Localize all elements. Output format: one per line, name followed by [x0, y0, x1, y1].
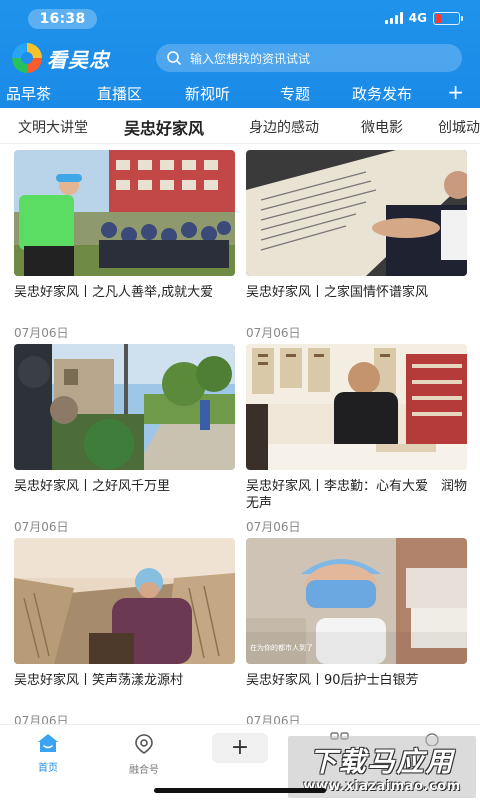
article-title: 吴忠好家风丨笑声荡漾龙源村: [14, 673, 184, 688]
channel-tab[interactable]: 直播区: [97, 83, 142, 104]
app-logo[interactable]: 看吴忠: [12, 43, 110, 73]
article-date: 07月06日: [14, 520, 69, 534]
search-icon: [167, 51, 181, 65]
article-card[interactable]: 在为你的都市人到了 吴忠好家风丨90后护士白银芳 07月06日: [246, 538, 467, 729]
battery-icon: [433, 11, 463, 25]
article-grid: 吴忠好家风丨之凡人善举,成就大爱 07月06日 吴忠好家风丨之家国情怀谱家风 0…: [0, 144, 480, 728]
subtab-active[interactable]: 吴忠好家风: [124, 115, 204, 139]
top-bar: 看吴忠 输入您想找的资讯试试: [0, 40, 480, 74]
article-title: 吴忠好家风丨之好风千万里: [14, 479, 171, 494]
article-title: 吴忠好家风丨之凡人善举,成就大爱: [14, 285, 214, 300]
nav-merge[interactable]: 融合号: [114, 733, 174, 776]
app-name: 看吴忠: [47, 47, 110, 72]
home-icon: [38, 734, 58, 752]
app-header: 16:38 4G 看吴忠 输入您想找的资讯试试 品早茶 直播区 新视听 专题 政…: [0, 0, 480, 108]
article-date: 07月06日: [246, 520, 301, 534]
subtab[interactable]: 微电影: [361, 117, 403, 137]
sub-tab-bar: 文明大讲堂 吴忠好家风 身边的感动 微电影 创城动: [0, 108, 480, 144]
add-channel-icon[interactable]: +: [447, 82, 464, 102]
article-date: 07月06日: [14, 326, 69, 340]
article-title: 吴忠好家风丨李忠勤：心有大爱 润物无声: [246, 479, 467, 511]
status-bar: 16:38 4G: [0, 0, 480, 38]
channel-tab[interactable]: 新视听: [185, 83, 230, 104]
search-input[interactable]: 输入您想找的资讯试试: [156, 44, 462, 72]
article-thumbnail: [246, 344, 467, 470]
article-thumbnail: [246, 150, 467, 276]
channel-bar: 品早茶 直播区 新视听 专题 政务发布 +: [0, 80, 480, 108]
article-date: 07月06日: [246, 326, 301, 340]
article-thumbnail: [14, 538, 235, 664]
article-card[interactable]: 吴忠好家风丨之家国情怀谱家风 07月06日: [246, 150, 467, 341]
article-card[interactable]: 吴忠好家风丨之凡人善举,成就大爱 07月06日: [14, 150, 235, 341]
signal-icon: [384, 12, 403, 24]
channel-tab[interactable]: 专题: [280, 83, 310, 104]
article-title: 吴忠好家风丨90后护士白银芳: [246, 673, 419, 688]
channel-tab[interactable]: 品早茶: [6, 83, 51, 104]
nav-label: 首页: [38, 763, 58, 774]
network-type: 4G: [408, 11, 427, 25]
article-thumbnail: [14, 344, 235, 470]
publish-button[interactable]: +: [212, 733, 268, 763]
subtab[interactable]: 创城动: [438, 117, 480, 137]
subtab[interactable]: 文明大讲堂: [18, 117, 88, 137]
nav-home[interactable]: 首页: [18, 733, 78, 774]
subtab[interactable]: 身边的感动: [249, 117, 319, 137]
article-title: 吴忠好家风丨之家国情怀谱家风: [246, 285, 429, 300]
article-card[interactable]: 吴忠好家风丨笑声荡漾龙源村 07月06日: [14, 538, 235, 729]
thumbnail-caption: 在为你的都市人到了: [250, 643, 313, 652]
search-placeholder: 输入您想找的资讯试试: [190, 51, 311, 66]
channel-tab[interactable]: 政务发布: [352, 83, 412, 104]
logo-icon: [12, 43, 42, 73]
home-indicator[interactable]: [154, 788, 326, 793]
status-time: 16:38: [28, 9, 97, 29]
status-indicators: 4G: [384, 11, 463, 25]
article-card[interactable]: 吴忠好家风丨之好风千万里 07月06日: [14, 344, 235, 535]
nav-label: 融合号: [129, 765, 159, 776]
article-card[interactable]: 吴忠好家风丨李忠勤：心有大爱 润物无声 07月06日: [246, 344, 467, 535]
location-pin-icon: [135, 734, 153, 754]
article-thumbnail: [14, 150, 235, 276]
watermark-title: 下载马应用: [309, 747, 455, 778]
article-thumbnail: 在为你的都市人到了: [246, 538, 467, 664]
